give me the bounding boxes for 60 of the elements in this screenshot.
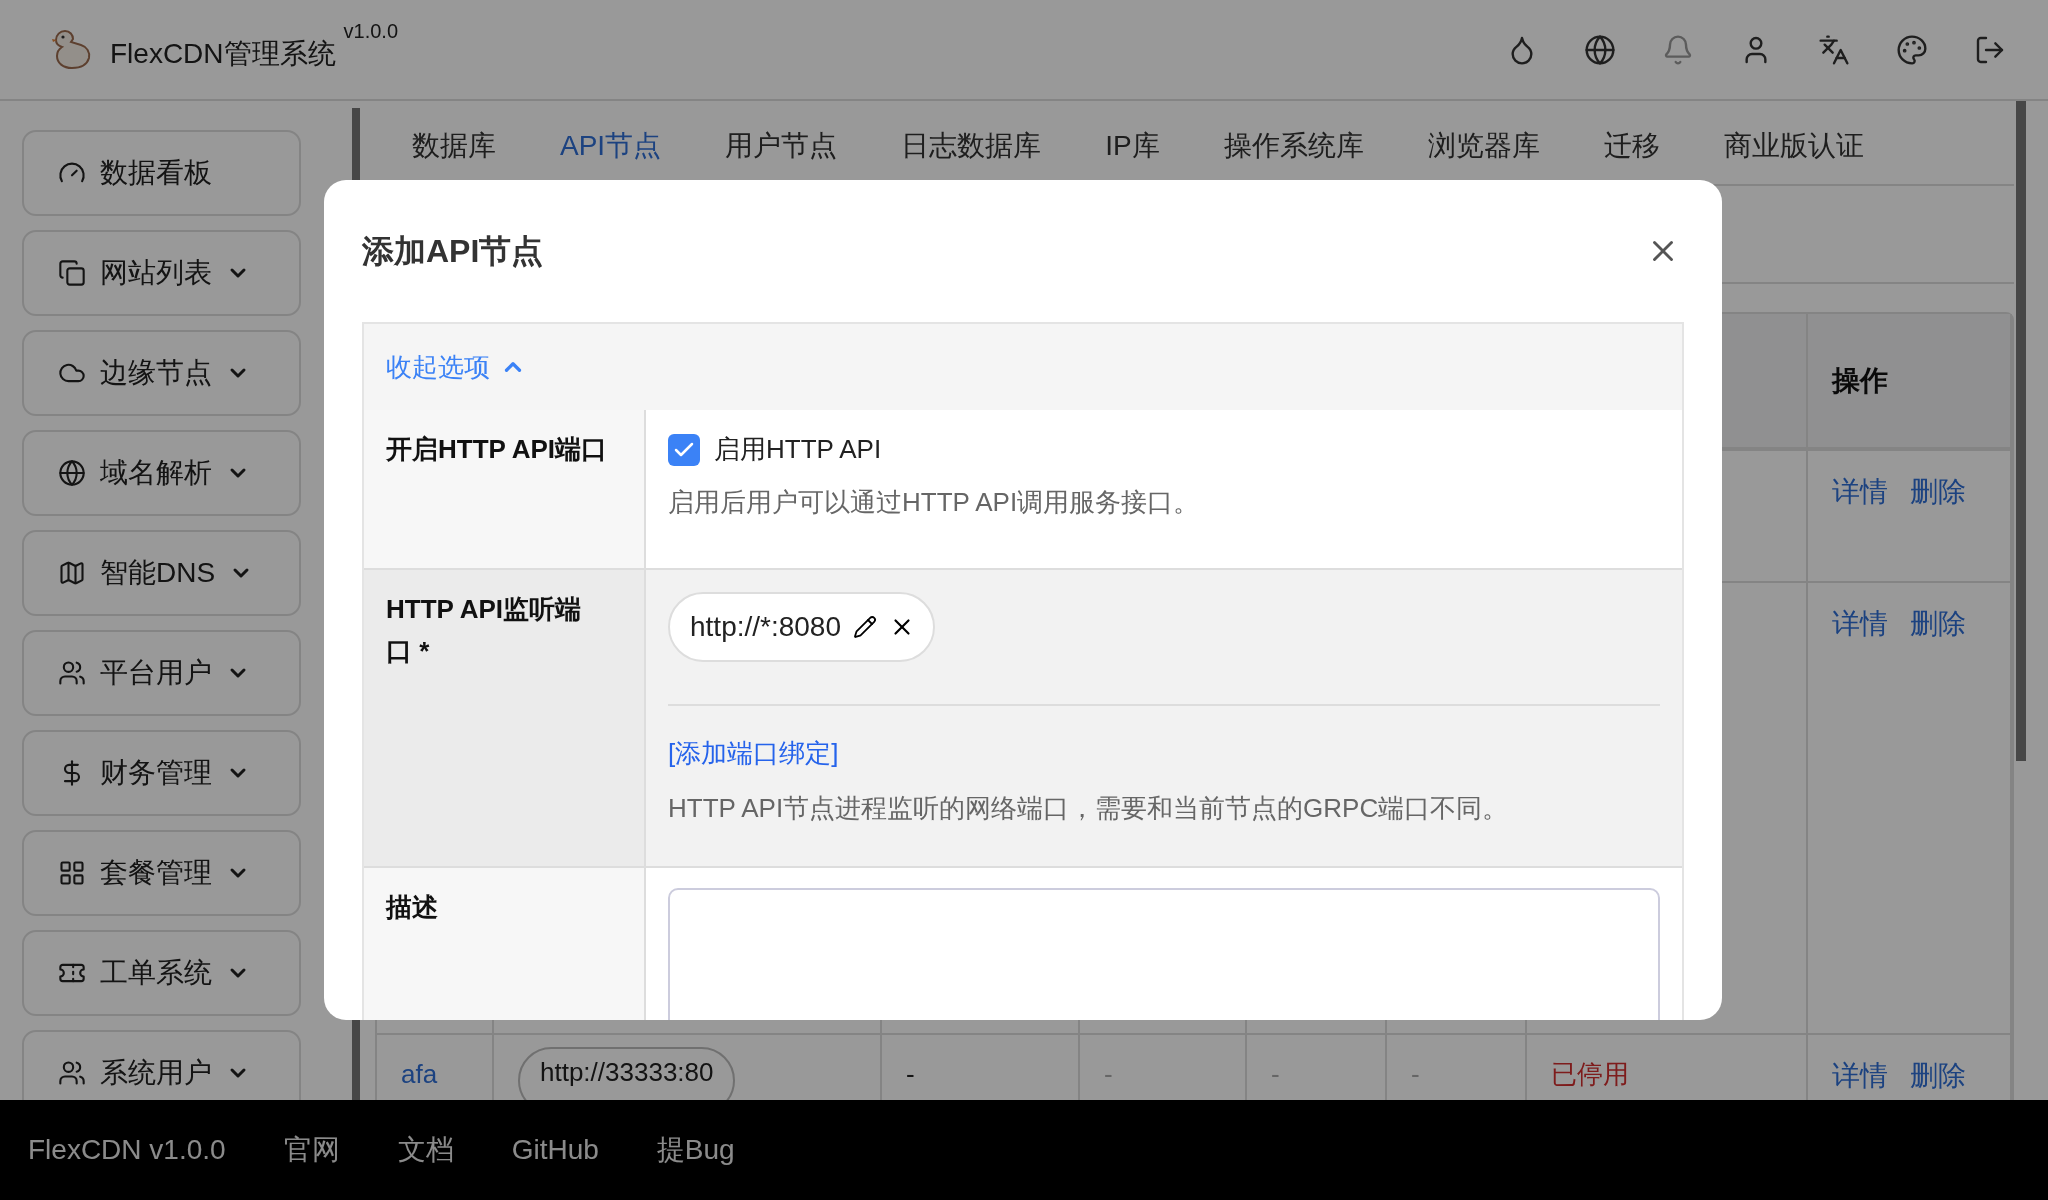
action-link[interactable]: 删除 [1910, 471, 1966, 513]
status-text: 已停用 [1551, 1058, 1629, 1091]
sidebar-item[interactable]: 网站列表 [22, 230, 301, 316]
users-icon [58, 1059, 86, 1087]
description-field[interactable] [668, 888, 1660, 1020]
table-cell-text: - [1104, 1058, 1113, 1091]
tab[interactable]: 数据库 [412, 125, 496, 167]
sidebar-item[interactable]: 财务管理 [22, 730, 301, 816]
tab[interactable]: 操作系统库 [1223, 125, 1364, 167]
tab[interactable]: 商业版认证 [1723, 125, 1864, 167]
squares-icon [58, 259, 86, 287]
collapse-options-link[interactable]: 收起选项 [386, 347, 526, 387]
app-title: FlexCDN管理系统 [110, 36, 336, 71]
sidebar-item[interactable]: 智能DNS [22, 530, 301, 616]
tab[interactable]: 日志数据库 [901, 125, 1042, 167]
grid-icon [58, 859, 86, 887]
tab[interactable]: 迁移 [1603, 125, 1660, 167]
port-address: http://*:8080 [690, 610, 841, 644]
tab[interactable]: 用户节点 [725, 125, 838, 167]
action-link[interactable]: 删除 [1910, 1055, 1966, 1097]
node-name-link[interactable]: afa [401, 1055, 438, 1094]
tab[interactable]: 浏览器库 [1427, 125, 1540, 167]
checkbox[interactable] [668, 433, 700, 466]
footer-link[interactable]: 提Bug [656, 1129, 735, 1171]
footer-link[interactable]: 官网 [283, 1129, 340, 1171]
map-icon [58, 559, 86, 587]
globe-icon [58, 459, 86, 487]
sidebar-item[interactable]: 平台用户 [22, 630, 301, 716]
footer-link[interactable]: 文档 [397, 1129, 454, 1171]
sidebar-item[interactable]: 域名解析 [22, 430, 301, 516]
column-header: 操作 [1832, 363, 1888, 398]
footer-link[interactable]: GitHub [511, 1129, 599, 1171]
checkbox-label: 启用HTTP API [714, 433, 882, 466]
users-icon [58, 659, 86, 687]
action-link[interactable]: 详情 [1832, 603, 1888, 645]
help-text: HTTP API节点进程监听的网络端口，需要和当前节点的GRPC端口不同。 [668, 792, 1510, 825]
palette-icon[interactable] [1896, 33, 1928, 66]
field-label: 开启HTTP API端口 [386, 433, 608, 466]
sidebar-item[interactable]: 工单系统 [22, 930, 301, 1016]
dialog-title: 添加API节点 [362, 232, 544, 271]
footer-link[interactable]: FlexCDN v1.0.0 [28, 1129, 226, 1171]
table-cell-text: - [1411, 1058, 1420, 1091]
table-cell-text: - [906, 1058, 915, 1091]
sidebar-item[interactable]: 数据看板 [22, 130, 301, 216]
add-port-binding-link[interactable]: [添加端口绑定] [668, 738, 839, 768]
globe-icon[interactable] [1584, 33, 1616, 66]
field-label: 描述 [386, 891, 439, 924]
tab[interactable]: API节点 [560, 125, 662, 167]
action-link[interactable]: 详情 [1832, 1055, 1888, 1097]
action-link[interactable]: 删除 [1910, 603, 1966, 645]
edit-icon[interactable] [853, 615, 877, 639]
sidebar-item[interactable]: 边缘节点 [22, 330, 301, 416]
translate-icon[interactable] [1818, 33, 1850, 66]
action-link[interactable]: 详情 [1832, 471, 1888, 513]
help-text: 启用后用户可以通过HTTP API调用服务接口。 [668, 486, 1201, 519]
tab[interactable]: IP库 [1105, 125, 1160, 167]
sidebar-item[interactable]: 套餐管理 [22, 830, 301, 916]
version-label: v1.0.0 [343, 19, 399, 44]
table-cell-text: - [1271, 1058, 1280, 1091]
field-label: HTTP API监听端口 * [386, 593, 582, 668]
